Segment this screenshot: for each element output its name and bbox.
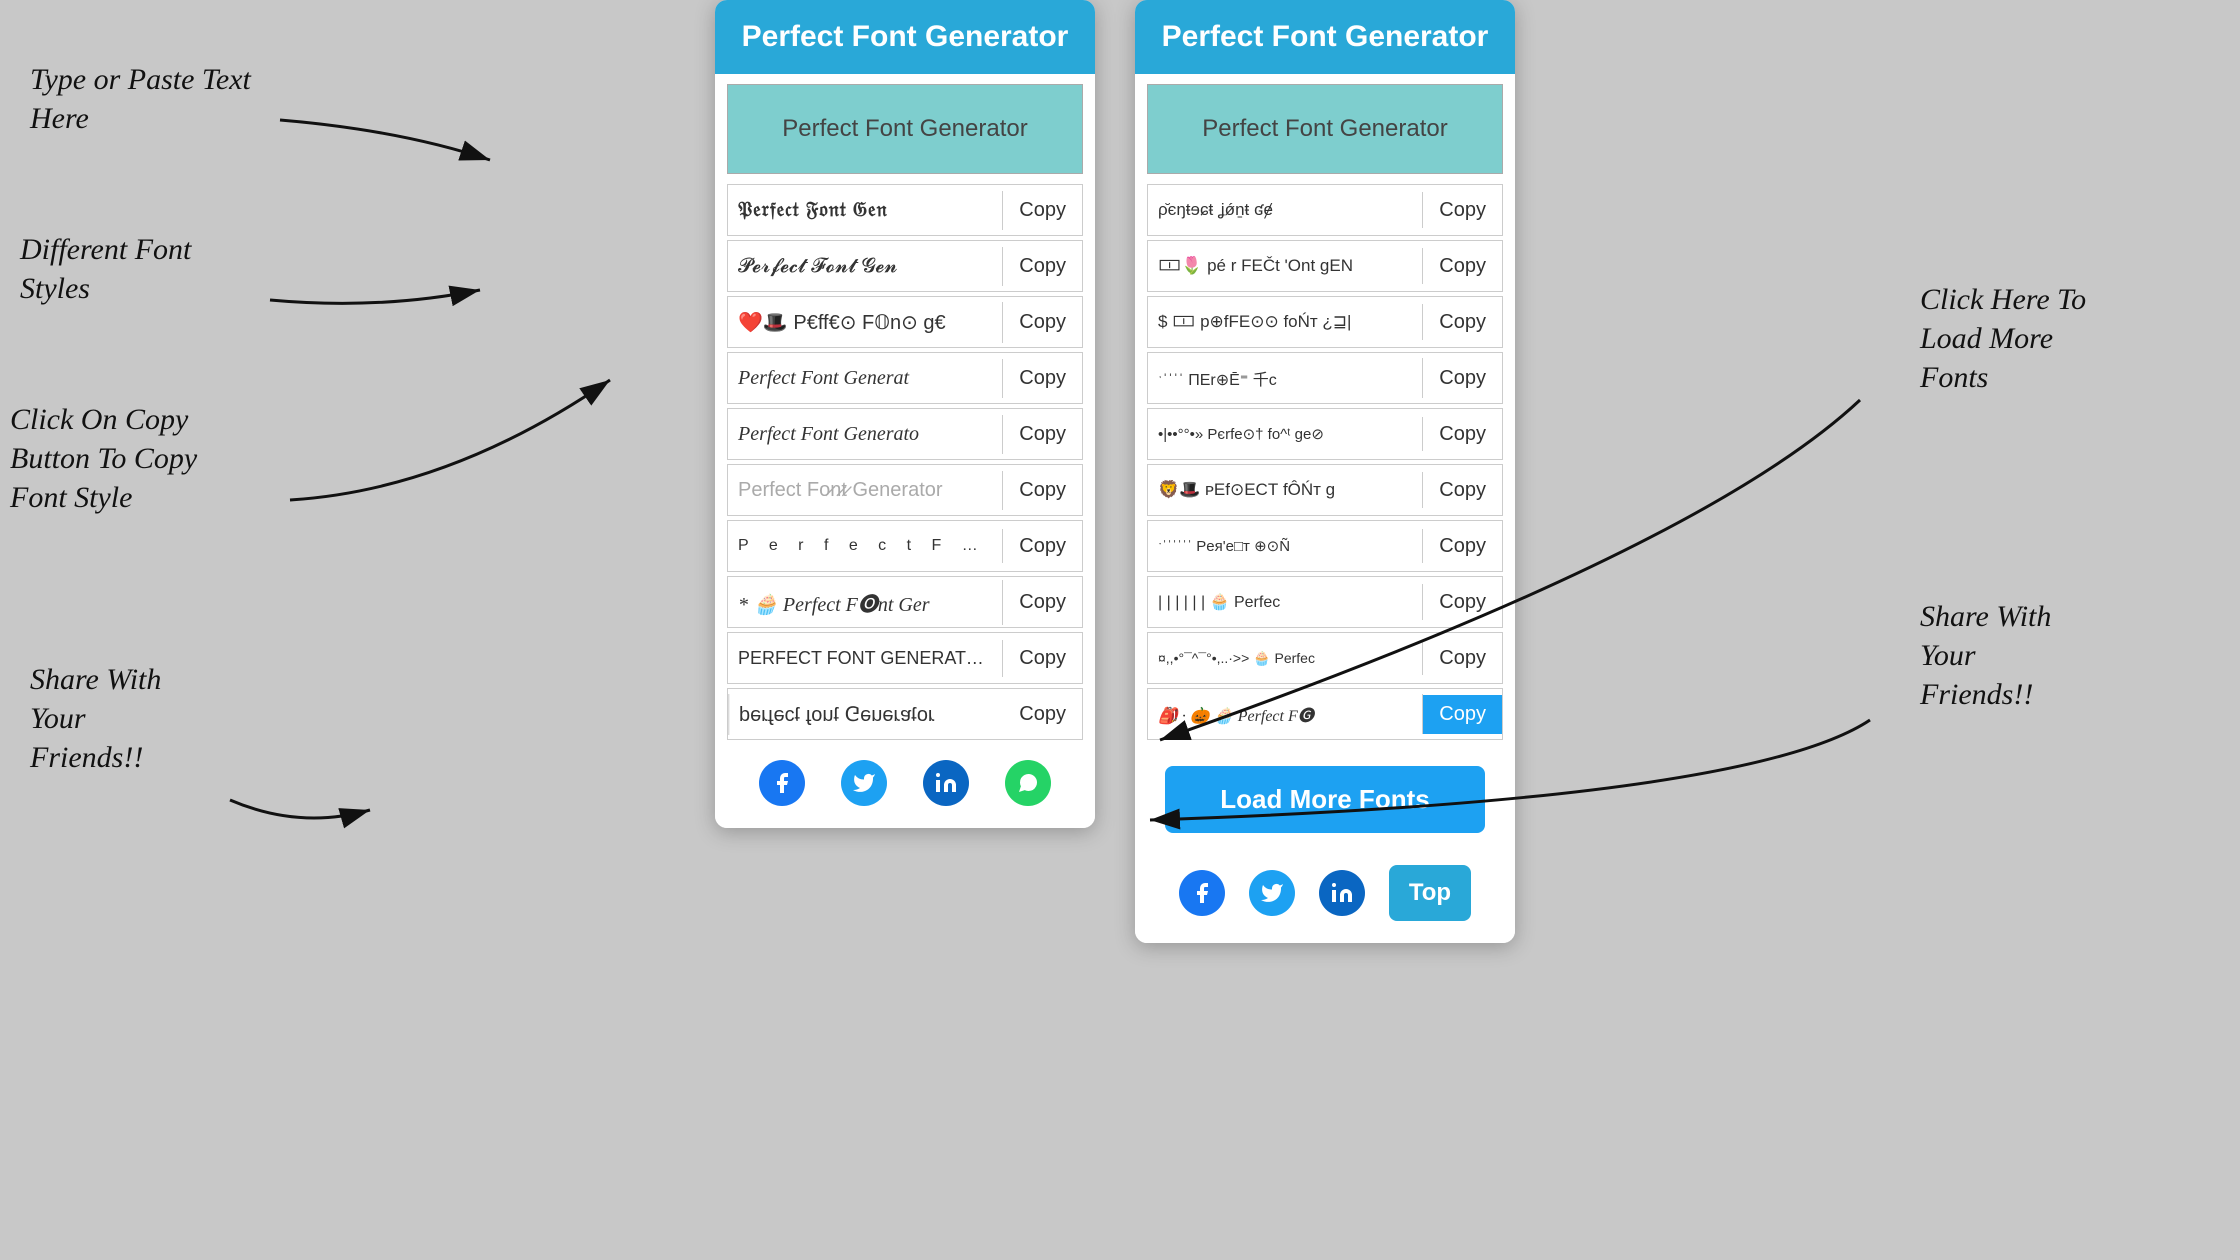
p2-font-row-1: ρ̆єŋŧɘɕŧ ʝǿṉŧ ʛɇ Copy xyxy=(1147,184,1503,236)
p2-font-text-8: | | | | | | 🧁 Perfec xyxy=(1148,584,1423,620)
phones-area: Perfect Font Generator Perfect Font Gene… xyxy=(330,0,1900,943)
p2-font-text-7: ˑˈˈˈˈˈˈ Pея'е□т ⊕⊙Ñ xyxy=(1148,529,1423,563)
font-text-6: Perfect Fo̷n̷t̷ Generator xyxy=(728,471,1003,510)
copy-btn-10[interactable]: Copy xyxy=(1003,695,1082,734)
phone1-title: Perfect Font Generator xyxy=(742,20,1069,53)
annotation-share-right: Share WithYourFriends!! xyxy=(1920,597,2220,714)
phone1-input[interactable]: Perfect Font Generator xyxy=(727,84,1083,174)
phone1-header: Perfect Font Generator xyxy=(715,0,1095,74)
copy-btn-4[interactable]: Copy xyxy=(1003,359,1082,398)
top-button[interactable]: Top xyxy=(1389,865,1471,921)
font-text-9: PERFECT FONT GENERATOR xyxy=(728,640,1003,677)
font-row-7: P e r f e c t F o n t Copy xyxy=(727,520,1083,572)
phone2-facebook-icon[interactable] xyxy=(1179,870,1225,916)
load-more-button[interactable]: Load More Fonts xyxy=(1165,766,1485,833)
phone1-body: Perfect Font Generator 𝔓𝔢𝔯𝔣𝔢𝔠𝔱 𝔉𝔬𝔫𝔱 𝔊𝔢𝔫 … xyxy=(715,74,1095,828)
p2-font-text-9: ¤,,•°¯^¯°•,..·>> 🧁 Perfec xyxy=(1148,642,1423,675)
p2-font-text-1: ρ̆єŋŧɘɕŧ ʝǿṉŧ ʛɇ xyxy=(1148,192,1423,228)
font-text-8: * 🧁 Perfect F🅞nt Ger xyxy=(728,580,1003,625)
phone2-input[interactable]: Perfect Font Generator xyxy=(1147,84,1503,174)
font-text-10: ɹoʇɐɹǝuǝ⅁ ʇuoɟ ʇɔǝɟɹǝd xyxy=(728,694,1003,735)
p2-font-text-2: 🀱🌷 pé r FEČt 'Ont gEN xyxy=(1148,248,1423,284)
font-text-3: ❤️🎩 P€ff€⊙ F𝕆n⊙ g€ xyxy=(728,302,1003,343)
annotation-different-fonts: Different FontStyles xyxy=(20,230,191,308)
p2-font-text-3: $ 🀱 p⊕fFE⊙⊙ foŃт ¿⊒| xyxy=(1148,304,1423,340)
font-text-5: Perfect Font Generato xyxy=(728,415,1003,454)
linkedin-icon[interactable] xyxy=(923,760,969,806)
p2-font-row-10: 🎒 · 🎃 🧁 Perfect F🅖 Copy xyxy=(1147,688,1503,740)
p2-font-text-5: •|••°°•» Pєrfe⊙† fo^ᵗ ge⊘ xyxy=(1148,417,1423,451)
phone1: Perfect Font Generator Perfect Font Gene… xyxy=(715,0,1095,828)
copy-btn-8[interactable]: Copy xyxy=(1003,583,1082,622)
font-text-4: Perfect Font Generat xyxy=(728,359,1003,398)
font-row-2: 𝓟𝓮𝓻𝓯𝓮𝓬𝓽 𝓕𝓸𝓷𝓽 𝓖𝓮𝓷 Copy xyxy=(727,240,1083,292)
p2-font-row-6: 🦁🎩 ᴘEf⊙ЕCТ fÔŃт g Copy xyxy=(1147,464,1503,516)
load-more-container: Load More Fonts xyxy=(1147,744,1503,849)
p2-copy-btn-8[interactable]: Copy xyxy=(1423,583,1502,622)
p2-font-row-7: ˑˈˈˈˈˈˈ Pея'е□т ⊕⊙Ñ Copy xyxy=(1147,520,1503,572)
copy-btn-3[interactable]: Copy xyxy=(1003,303,1082,342)
p2-font-row-9: ¤,,•°¯^¯°•,..·>> 🧁 Perfec Copy xyxy=(1147,632,1503,684)
copy-btn-9[interactable]: Copy xyxy=(1003,639,1082,678)
font-row-3: ❤️🎩 P€ff€⊙ F𝕆n⊙ g€ Copy xyxy=(727,296,1083,348)
phone2: Perfect Font Generator Perfect Font Gene… xyxy=(1135,0,1515,943)
phone2-body: Perfect Font Generator ρ̆єŋŧɘɕŧ ʝǿṉŧ ʛɇ … xyxy=(1135,74,1515,943)
annotation-type-paste: Type or Paste TextHere xyxy=(30,60,251,138)
whatsapp-icon[interactable] xyxy=(1005,760,1051,806)
twitter-icon[interactable] xyxy=(841,760,887,806)
copy-btn-1[interactable]: Copy xyxy=(1003,191,1082,230)
phone2-linkedin-icon[interactable] xyxy=(1319,870,1365,916)
phone2-header: Perfect Font Generator xyxy=(1135,0,1515,74)
phone2-twitter-icon[interactable] xyxy=(1249,870,1295,916)
font-row-8: * 🧁 Perfect F🅞nt Ger Copy xyxy=(727,576,1083,628)
annotation-share-left: Share WithYourFriends!! xyxy=(30,660,161,777)
p2-font-text-10: 🎒 · 🎃 🧁 Perfect F🅖 xyxy=(1148,694,1423,734)
p2-font-row-5: •|••°°•» Pєrfe⊙† fo^ᵗ ge⊘ Copy xyxy=(1147,408,1503,460)
right-annotations: Click Here ToLoad MoreFonts Share WithYo… xyxy=(1900,0,2240,714)
p2-font-text-6: 🦁🎩 ᴘEf⊙ЕCТ fÔŃт g xyxy=(1148,472,1423,508)
copy-btn-6[interactable]: Copy xyxy=(1003,471,1082,510)
p2-copy-btn-2[interactable]: Copy xyxy=(1423,247,1502,286)
p2-copy-btn-10[interactable]: Copy xyxy=(1423,695,1502,734)
p2-copy-btn-4[interactable]: Copy xyxy=(1423,359,1502,398)
p2-font-text-4: ˑˈˈˈˈ ΠЕr⊕Ē⁼ 千c xyxy=(1148,358,1423,398)
copy-btn-2[interactable]: Copy xyxy=(1003,247,1082,286)
p2-font-row-3: $ 🀱 p⊕fFE⊙⊙ foŃт ¿⊒| Copy xyxy=(1147,296,1503,348)
phone2-social-row: Top xyxy=(1147,849,1503,933)
font-row-1: 𝔓𝔢𝔯𝔣𝔢𝔠𝔱 𝔉𝔬𝔫𝔱 𝔊𝔢𝔫 Copy xyxy=(727,184,1083,236)
p2-copy-btn-3[interactable]: Copy xyxy=(1423,303,1502,342)
font-row-4: Perfect Font Generat Copy xyxy=(727,352,1083,404)
font-row-5: Perfect Font Generato Copy xyxy=(727,408,1083,460)
p2-font-row-4: ˑˈˈˈˈ ΠЕr⊕Ē⁼ 千c Copy xyxy=(1147,352,1503,404)
page-wrapper: Type or Paste TextHere Different FontSty… xyxy=(0,0,2240,1260)
p2-copy-btn-9[interactable]: Copy xyxy=(1423,639,1502,678)
p2-font-row-2: 🀱🌷 pé r FEČt 'Ont gEN Copy xyxy=(1147,240,1503,292)
annotation-load-more: Click Here ToLoad MoreFonts xyxy=(1920,280,2220,397)
facebook-icon[interactable] xyxy=(759,760,805,806)
phone2-title: Perfect Font Generator xyxy=(1162,20,1489,53)
left-annotations: Type or Paste TextHere Different FontSty… xyxy=(0,0,330,60)
font-text-1: 𝔓𝔢𝔯𝔣𝔢𝔠𝔱 𝔉𝔬𝔫𝔱 𝔊𝔢𝔫 xyxy=(728,191,1003,230)
font-text-7: P e r f e c t F o n t xyxy=(728,529,1003,563)
phone1-social-row xyxy=(727,744,1083,818)
p2-copy-btn-7[interactable]: Copy xyxy=(1423,527,1502,566)
font-text-2: 𝓟𝓮𝓻𝓯𝓮𝓬𝓽 𝓕𝓸𝓷𝓽 𝓖𝓮𝓷 xyxy=(728,247,1003,286)
p2-copy-btn-6[interactable]: Copy xyxy=(1423,471,1502,510)
font-row-6: Perfect Fo̷n̷t̷ Generator Copy xyxy=(727,464,1083,516)
p2-font-row-8: | | | | | | 🧁 Perfec Copy xyxy=(1147,576,1503,628)
font-row-10: ɹoʇɐɹǝuǝ⅁ ʇuoɟ ʇɔǝɟɹǝd Copy xyxy=(727,688,1083,740)
copy-btn-7[interactable]: Copy xyxy=(1003,527,1082,566)
p2-copy-btn-1[interactable]: Copy xyxy=(1423,191,1502,230)
font-row-9: PERFECT FONT GENERATOR Copy xyxy=(727,632,1083,684)
copy-btn-5[interactable]: Copy xyxy=(1003,415,1082,454)
annotation-click-copy: Click On CopyButton To CopyFont Style xyxy=(10,400,197,517)
p2-copy-btn-5[interactable]: Copy xyxy=(1423,415,1502,454)
